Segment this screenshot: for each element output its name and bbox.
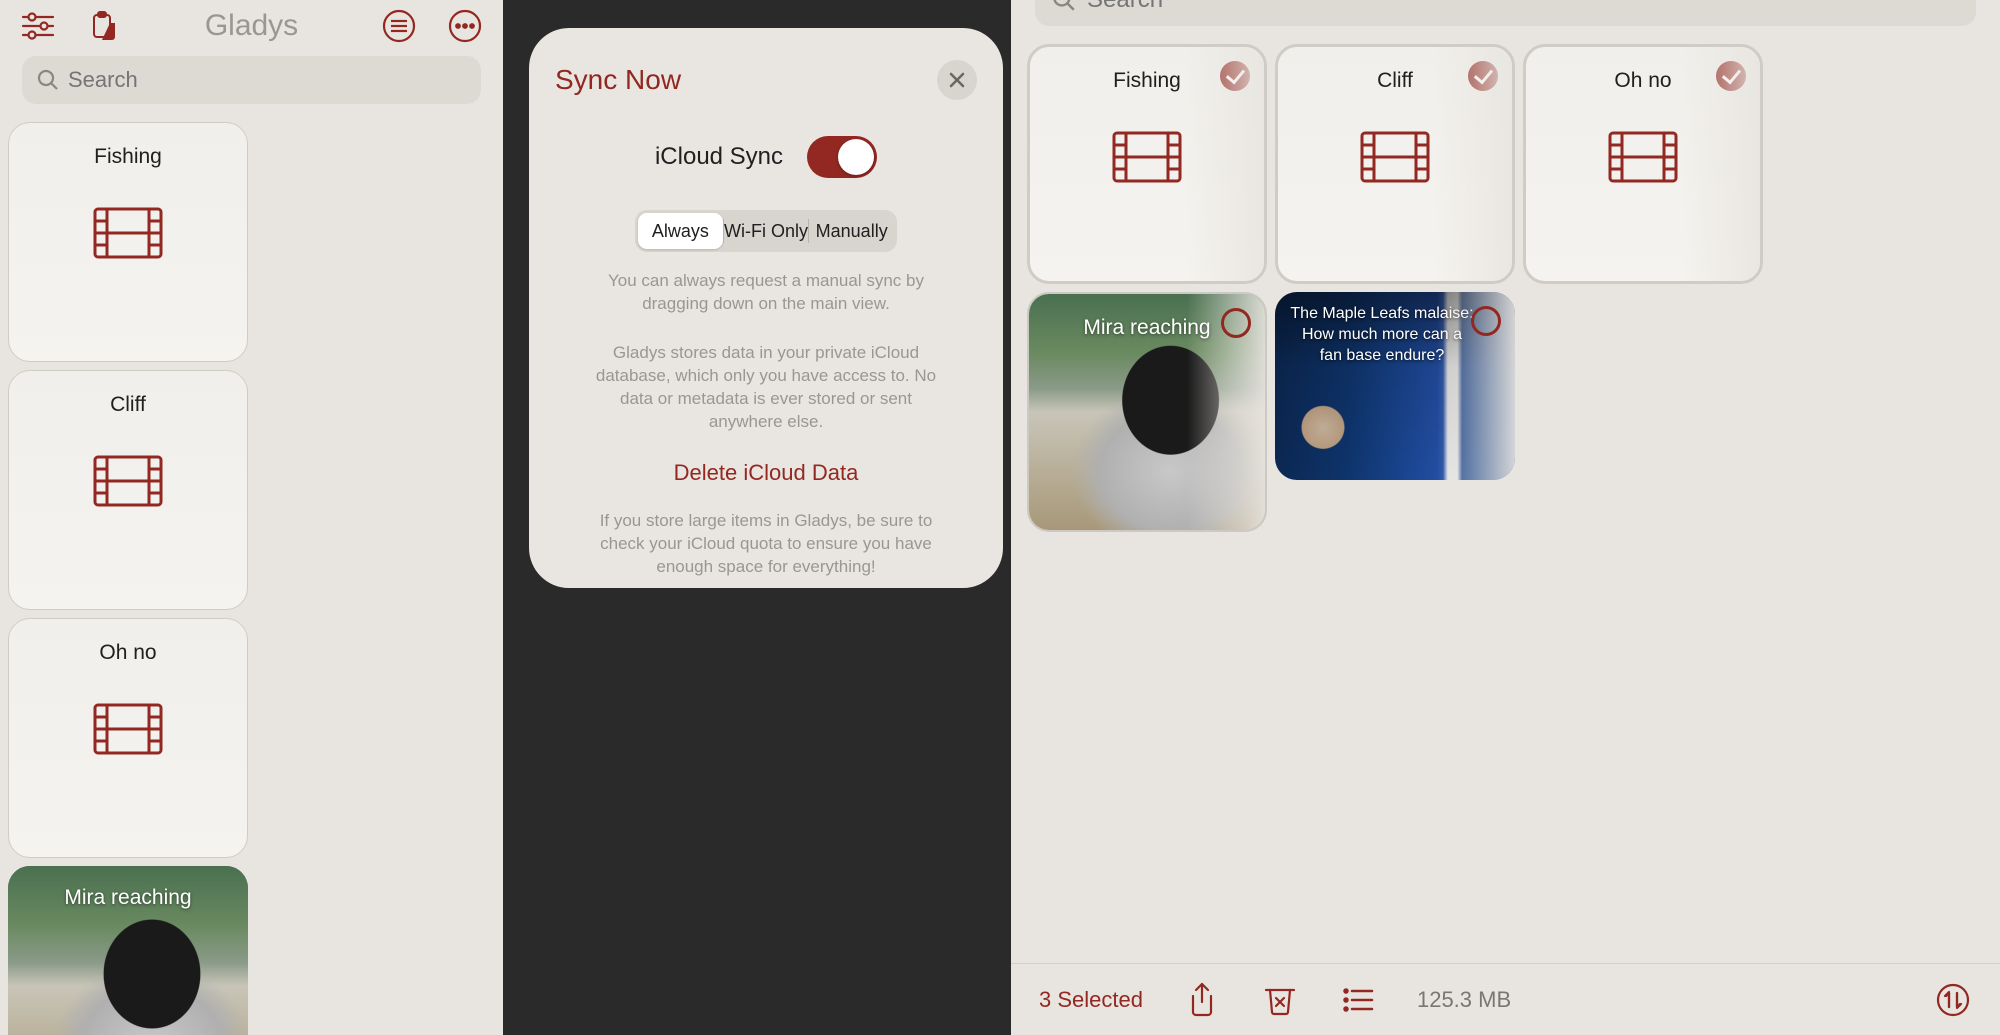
- search-bar[interactable]: [22, 56, 481, 104]
- film-icon: [1608, 131, 1678, 183]
- search-input[interactable]: [1087, 0, 1960, 14]
- settings-icon[interactable]: [20, 8, 56, 44]
- card-title: Fishing: [94, 145, 162, 169]
- share-icon[interactable]: [1183, 981, 1221, 1019]
- search-input[interactable]: [68, 67, 467, 93]
- selected-count-label: 3 Selected: [1039, 987, 1143, 1013]
- card-title: Mira reaching: [1083, 316, 1210, 340]
- labels-icon[interactable]: [381, 8, 417, 44]
- film-icon: [93, 207, 163, 259]
- film-icon: [93, 703, 163, 755]
- card-text: The Maple Leafs malaise: How much more c…: [1275, 292, 1515, 378]
- app-title: Gladys: [122, 9, 381, 43]
- sort-icon[interactable]: [1934, 981, 1972, 1019]
- segment-manual[interactable]: Manually: [809, 213, 894, 249]
- hint-quota: If you store large items in Gladys, be s…: [555, 510, 977, 579]
- card-title: Oh no: [99, 641, 156, 665]
- item-card-fishing[interactable]: Fishing: [1027, 44, 1267, 284]
- film-icon: [1112, 131, 1182, 183]
- search-icon: [1051, 0, 1077, 13]
- item-card-mira[interactable]: Mira reaching: [1027, 292, 1267, 532]
- icloud-sync-row: iCloud Sync: [555, 136, 977, 178]
- list-icon[interactable]: [1339, 981, 1377, 1019]
- search-bar[interactable]: [1035, 0, 1976, 26]
- search-icon: [36, 68, 60, 92]
- card-title: Cliff: [110, 393, 146, 417]
- item-card-oh-no[interactable]: Oh no: [8, 618, 248, 858]
- delete-icon[interactable]: [1261, 981, 1299, 1019]
- selection-panel: Fishing Cliff Oh no Mira reaching The M: [1011, 0, 2000, 1035]
- item-card-oh-no[interactable]: Oh no: [1523, 44, 1763, 284]
- sync-modal: Sync Now iCloud Sync Always Wi-Fi Only M…: [529, 28, 1003, 588]
- topbar: Gladys: [0, 0, 503, 56]
- modal-header: Sync Now: [555, 60, 977, 100]
- film-icon: [93, 455, 163, 507]
- segment-always[interactable]: Always: [638, 213, 723, 249]
- selection-toolbar: 3 Selected 125.3 MB: [1011, 963, 2000, 1035]
- item-card-fishing[interactable]: Fishing: [8, 122, 248, 362]
- close-icon: [948, 71, 966, 89]
- selection-checkmark-icon[interactable]: [1716, 61, 1746, 91]
- card-title: Fishing: [1113, 69, 1181, 93]
- delete-icloud-button[interactable]: Delete iCloud Data: [555, 460, 977, 486]
- item-grid: Fishing Cliff Oh no Mira reaching The M: [1011, 44, 2000, 963]
- icloud-sync-label: iCloud Sync: [655, 143, 783, 171]
- paste-icon[interactable]: [86, 8, 122, 44]
- card-title: Oh no: [1614, 69, 1671, 93]
- sync-modal-panel: Sync Now iCloud Sync Always Wi-Fi Only M…: [503, 0, 1011, 1035]
- item-card-mira[interactable]: Mira reaching: [8, 866, 248, 1035]
- selection-checkmark-icon[interactable]: [1468, 61, 1498, 91]
- sync-mode-segmented[interactable]: Always Wi-Fi Only Manually: [635, 210, 897, 252]
- close-button[interactable]: [937, 60, 977, 100]
- segment-wifi[interactable]: Wi-Fi Only: [724, 213, 809, 249]
- more-icon[interactable]: [447, 8, 483, 44]
- hint-manual-sync: You can always request a manual sync by …: [555, 270, 977, 316]
- icloud-sync-toggle[interactable]: [807, 136, 877, 178]
- main-view-panel: Gladys Fishing: [0, 0, 503, 1035]
- selection-circle-icon[interactable]: [1471, 306, 1501, 336]
- item-card-cliff[interactable]: Cliff: [8, 370, 248, 610]
- film-icon: [1360, 131, 1430, 183]
- item-grid: Fishing Cliff Oh no: [0, 122, 503, 1035]
- sync-now-button[interactable]: Sync Now: [555, 64, 681, 96]
- total-size-label: 125.3 MB: [1417, 987, 1511, 1013]
- selection-circle-icon[interactable]: [1221, 308, 1251, 338]
- hint-privacy: Gladys stores data in your private iClou…: [555, 342, 977, 434]
- selection-checkmark-icon[interactable]: [1220, 61, 1250, 91]
- card-title: Mira reaching: [64, 886, 191, 910]
- item-card-article[interactable]: The Maple Leafs malaise: How much more c…: [1275, 292, 1515, 480]
- card-title: Cliff: [1377, 69, 1413, 93]
- item-card-cliff[interactable]: Cliff: [1275, 44, 1515, 284]
